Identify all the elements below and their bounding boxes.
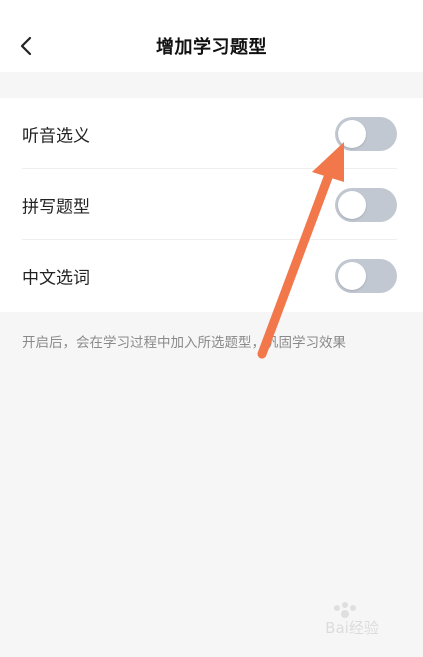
hint-text: 开启后，会在学习过程中加入所选题型，巩固学习效果 [22, 335, 346, 351]
page-title: 增加学习题型 [156, 37, 267, 58]
option-row-spelling: 拼写题型 [0, 169, 423, 240]
watermark-logo: Bai经验 [325, 602, 379, 637]
option-label: 中文选词 [22, 268, 90, 288]
toggle-knob [338, 190, 366, 219]
toggle-spelling[interactable] [335, 187, 397, 222]
toggle-chinese-word[interactable] [335, 258, 397, 293]
toggle-knob [338, 261, 366, 290]
option-label: 拼写题型 [22, 197, 90, 217]
toggle-knob [338, 119, 366, 148]
watermark-text: Bai经验 [325, 619, 379, 637]
question-type-list: 听音选义 拼写题型 中文选词 [0, 98, 423, 312]
option-row-listen-meaning: 听音选义 [0, 98, 423, 169]
option-row-chinese-word: 中文选词 [0, 240, 423, 311]
option-label: 听音选义 [22, 126, 90, 146]
top-bar: 增加学习题型 [0, 0, 423, 72]
toggle-listen-meaning[interactable] [335, 116, 397, 151]
